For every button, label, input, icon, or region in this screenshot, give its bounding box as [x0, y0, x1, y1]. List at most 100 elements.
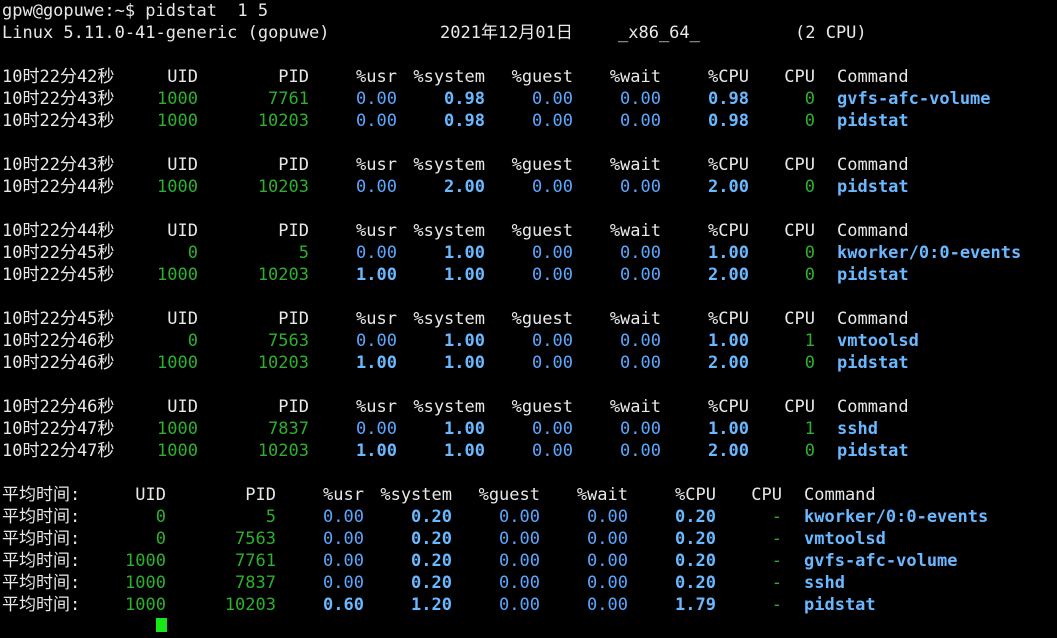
sample-process-row: 10时22分45秒 1000 10203 1.00 1.00 0.00 0.00 2.00 0 p… [0, 264, 1057, 286]
cell-usr: 0.00 [323, 507, 364, 527]
cell-usr: 1.00 [356, 353, 397, 373]
cell-command: sshd [804, 573, 845, 593]
cell-guest: 0.00 [532, 331, 573, 351]
column-header-guest: %guest [478, 485, 540, 505]
terminal-window[interactable]: gpw@gopuwe:~$ pidstat 1 5 Linux 5.11.0-4… [0, 0, 1057, 632]
sample-header-row: 10时22分46秒 UID PID %usr %system %guest %wait %CP… [0, 396, 1057, 418]
report-date: 2021年12月01日 [440, 23, 573, 43]
column-header-guest: %guest [511, 67, 573, 87]
cell-system: 0.98 [444, 89, 485, 109]
cell-cpu: - [771, 595, 782, 615]
cell-uid: 1000 [157, 353, 198, 373]
column-header-wait: %wait [609, 221, 661, 241]
average-process-row: 平均时间: 1000 7761 0.00 0.20 0.00 0.00 0.20 - gvfs-a… [0, 550, 1057, 572]
cell-uid: 1000 [157, 265, 198, 285]
column-header-cpu-pct: %CPU [675, 485, 716, 505]
cell-command: kworker/0:0-events [804, 507, 989, 527]
column-header-cpu: CPU [784, 309, 815, 329]
cell-wait: 0.00 [587, 595, 628, 615]
cell-guest: 0.00 [499, 529, 540, 549]
column-header-system: %system [380, 485, 452, 505]
cell-pid: 10203 [257, 111, 309, 131]
column-header-command: Command [837, 397, 909, 417]
column-header-system: %system [413, 397, 485, 417]
cell-uid: 1000 [157, 419, 198, 439]
cell-wait: 0.00 [620, 441, 661, 461]
average-process-row: 平均时间: 0 7563 0.00 0.20 0.00 0.00 0.20 - vmtoolsd [0, 528, 1057, 550]
cell-wait: 0.00 [620, 265, 661, 285]
column-header-command: Command [837, 221, 909, 241]
cell-pid: 10203 [257, 441, 309, 461]
average-header-row: 平均时间: UID PID %usr %system %guest %wait %CPU CPU… [0, 484, 1057, 506]
next-prompt-line[interactable] [0, 616, 1057, 638]
column-header-system: %system [413, 309, 485, 329]
cell-system: 2.00 [444, 177, 485, 197]
sample-process-row: 10时22分47秒 1000 10203 1.00 1.00 0.00 0.00 2.00 0 p… [0, 440, 1057, 462]
column-header-command: Command [837, 309, 909, 329]
cell-usr: 0.00 [356, 89, 397, 109]
column-header-time: 10时22分45秒 [2, 309, 115, 329]
cell-usr: 0.00 [356, 243, 397, 263]
column-header-cpu: CPU [784, 67, 815, 87]
sample-process-row: 10时22分43秒 1000 7761 0.00 0.98 0.00 0.00 0.98 0 gv… [0, 88, 1057, 110]
cell-system: 0.20 [411, 573, 452, 593]
column-header-uid: UID [135, 485, 166, 505]
cell-usr: 0.60 [323, 595, 364, 615]
average-process-row: 平均时间: 0 5 0.00 0.20 0.00 0.00 0.20 - kworker/0:0-… [0, 506, 1057, 528]
sample-header-row: 10时22分42秒 UID PID %usr %system %guest %wait %CP… [0, 66, 1057, 88]
cell-pid: 7563 [268, 331, 309, 351]
column-header-cpu-pct: %CPU [708, 397, 749, 417]
column-header-usr: %usr [356, 309, 397, 329]
column-header-pid: PID [278, 155, 309, 175]
cell-command: vmtoolsd [837, 331, 919, 351]
cell-pid: 7837 [268, 419, 309, 439]
cell-wait: 0.00 [587, 507, 628, 527]
cell-time: 平均时间: [2, 573, 81, 593]
cell-uid: 0 [187, 243, 198, 263]
cell-command: pidstat [837, 177, 909, 197]
cell-cpu-pct: 0.20 [675, 551, 716, 571]
cell-guest: 0.00 [532, 353, 573, 373]
cell-system: 1.00 [444, 331, 485, 351]
cell-uid: 1000 [157, 111, 198, 131]
cell-cpu: - [771, 573, 782, 593]
column-header-uid: UID [167, 155, 198, 175]
sample-process-row: 10时22分43秒 1000 10203 0.00 0.98 0.00 0.00 0.98 0 p… [0, 110, 1057, 132]
cell-cpu-pct: 1.00 [708, 331, 749, 351]
column-header-system: %system [413, 67, 485, 87]
cell-cpu: 0 [804, 177, 815, 197]
cell-cpu: 0 [804, 265, 815, 285]
column-header-uid: UID [167, 309, 198, 329]
cell-usr: 0.00 [356, 331, 397, 351]
column-header-time: 平均时间: [2, 485, 81, 505]
cpu-count: (2 CPU) [795, 23, 867, 43]
cell-usr: 0.00 [356, 177, 397, 197]
cell-pid: 7761 [268, 89, 309, 109]
column-header-wait: %wait [609, 397, 661, 417]
column-header-usr: %usr [356, 67, 397, 87]
cell-cpu: - [771, 529, 782, 549]
column-header-cpu: CPU [751, 485, 782, 505]
arch-info: _x86_64_ [618, 23, 700, 43]
sample-header-row: 10时22分45秒 UID PID %usr %system %guest %wait %CP… [0, 308, 1057, 330]
cell-usr: 0.00 [323, 573, 364, 593]
cell-cpu-pct: 0.20 [675, 507, 716, 527]
cell-wait: 0.00 [587, 551, 628, 571]
column-header-cpu: CPU [784, 155, 815, 175]
cell-command: sshd [837, 419, 878, 439]
cell-time: 10时22分45秒 [2, 243, 115, 263]
cell-cpu: 0 [804, 89, 815, 109]
cell-wait: 0.00 [587, 529, 628, 549]
cell-system: 0.20 [411, 529, 452, 549]
cell-time: 10时22分43秒 [2, 111, 115, 131]
cell-usr: 1.00 [356, 265, 397, 285]
column-header-cpu: CPU [784, 221, 815, 241]
column-header-wait: %wait [609, 309, 661, 329]
cell-uid: 1000 [125, 551, 166, 571]
column-header-guest: %guest [511, 221, 573, 241]
cell-command: vmtoolsd [804, 529, 886, 549]
cell-command: pidstat [837, 265, 909, 285]
cell-wait: 0.00 [620, 89, 661, 109]
column-header-pid: PID [278, 309, 309, 329]
column-header-time: 10时22分46秒 [2, 397, 115, 417]
